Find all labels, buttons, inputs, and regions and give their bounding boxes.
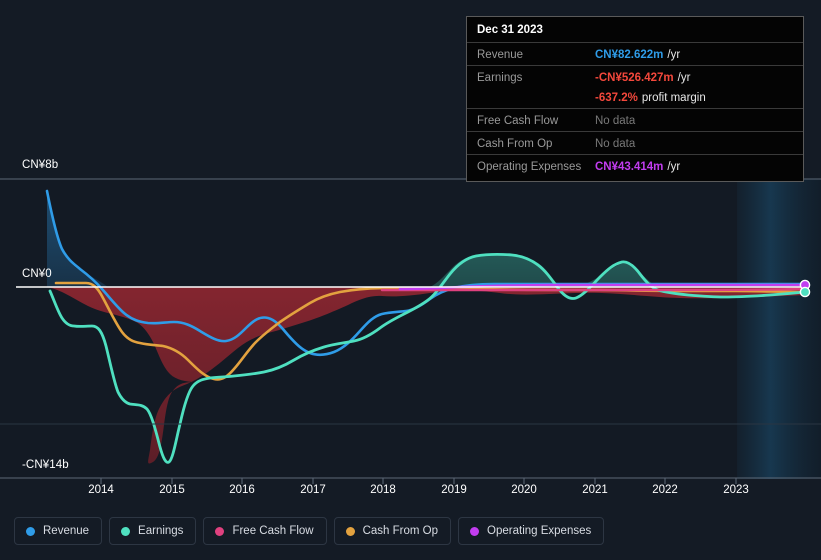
tooltip-row: Operating Expenses CN¥43.414m/yr: [467, 154, 803, 177]
chart-legend[interactable]: Revenue Earnings Free Cash Flow Cash From O…: [14, 517, 605, 545]
tooltip-row-label: Free Cash Flow: [477, 115, 559, 127]
legend-item-operating-expenses[interactable]: Operating Expenses: [458, 517, 605, 545]
legend-item-label: Cash From Op: [362, 525, 439, 537]
tooltip-row-suffix: profit margin: [641, 92, 706, 104]
plot-background: [0, 179, 821, 479]
tooltip-row: Revenue CN¥82.622m/yr: [467, 42, 803, 65]
legend-color-dot-icon: [26, 526, 35, 536]
x-axis-label-2015: 2015: [159, 484, 185, 496]
legend-color-dot-icon: [345, 526, 355, 536]
legend-item-revenue[interactable]: Revenue: [14, 517, 103, 545]
tooltip-row-value: CN¥82.622m: [595, 49, 664, 61]
x-axis-label-2022: 2022: [652, 484, 678, 496]
tooltip-row-label: Operating Expenses: [477, 161, 582, 173]
legend-item-label: Revenue: [43, 525, 90, 537]
legend-color-dot-icon: [470, 526, 480, 536]
tooltip-row-value: -637.2%: [595, 92, 638, 104]
endpoint-marker-earnings: [799, 286, 811, 298]
tooltip-row-value: -CN¥526.427m: [595, 72, 674, 84]
y-axis-label-zero: CN¥0: [22, 268, 52, 280]
forecast-band: [737, 179, 821, 479]
legend-item-label: Earnings: [138, 525, 184, 537]
tooltip-row-value-wrap: CN¥43.414m/yr: [595, 157, 680, 175]
y-axis-label-top: CN¥8b: [22, 159, 59, 171]
legend-item-earnings[interactable]: Earnings: [109, 517, 197, 545]
x-axis-label-2023: 2023: [723, 484, 749, 496]
tooltip-date: Dec 31 2023: [477, 24, 543, 36]
legend-item-free-cash-flow[interactable]: Free Cash Flow: [203, 517, 327, 545]
y-axis-label-bottom: -CN¥14b: [22, 459, 69, 471]
tooltip-row-value: CN¥43.414m: [595, 161, 664, 173]
tooltip-row-value-wrap: -637.2% profit margin: [595, 88, 706, 106]
x-axis-label-2018: 2018: [370, 484, 396, 496]
tooltip-row-value: No data: [595, 138, 636, 150]
tooltip-row-suffix: /yr: [667, 161, 681, 173]
tooltip-row-label: Earnings: [477, 72, 523, 84]
tooltip-row-suffix: /yr: [677, 72, 691, 84]
tooltip-row-label: Revenue: [477, 49, 524, 61]
tooltip-row-value: No data: [595, 115, 636, 127]
free-cash-flow-line: [380, 287, 807, 292]
tooltip-row-suffix: /yr: [667, 49, 681, 61]
tooltip-row-value-wrap: -CN¥526.427m/yr: [595, 68, 690, 86]
x-axis-label-2017: 2017: [300, 484, 326, 496]
tooltip-row: Free Cash Flow No data: [467, 108, 803, 131]
legend-color-dot-icon: [121, 526, 131, 536]
tooltip-rows: Revenue CN¥82.622m/yr Earnings -CN¥526.427m…: [467, 42, 803, 177]
legend-color-dot-icon: [215, 526, 225, 536]
tooltip-row: Earnings -CN¥526.427m/yr: [467, 65, 803, 88]
tooltip-row: Cash From Op No data: [467, 131, 803, 154]
legend-item-cash-from-op[interactable]: Cash From Op: [333, 517, 452, 545]
x-axis-label-2019: 2019: [441, 484, 467, 496]
tooltip-row-value-wrap: No data: [595, 134, 635, 152]
x-axis-label-2016: 2016: [229, 484, 255, 496]
x-axis-label-2021: 2021: [582, 484, 608, 496]
chart-tooltip: Dec 31 2023 Revenue CN¥82.622m/yr Earnings…: [466, 16, 804, 182]
legend-item-label: Free Cash Flow: [232, 525, 314, 537]
x-axis-label-2020: 2020: [511, 484, 537, 496]
x-axis-label-2014: 2014: [88, 484, 114, 496]
legend-item-label: Operating Expenses: [487, 525, 592, 537]
tooltip-row-label: Cash From Op: [477, 138, 553, 150]
tooltip-row-value-wrap: CN¥82.622m/yr: [595, 45, 680, 63]
tooltip-row-value-wrap: No data: [595, 111, 635, 129]
tooltip-row: -637.2% profit margin: [467, 88, 803, 108]
